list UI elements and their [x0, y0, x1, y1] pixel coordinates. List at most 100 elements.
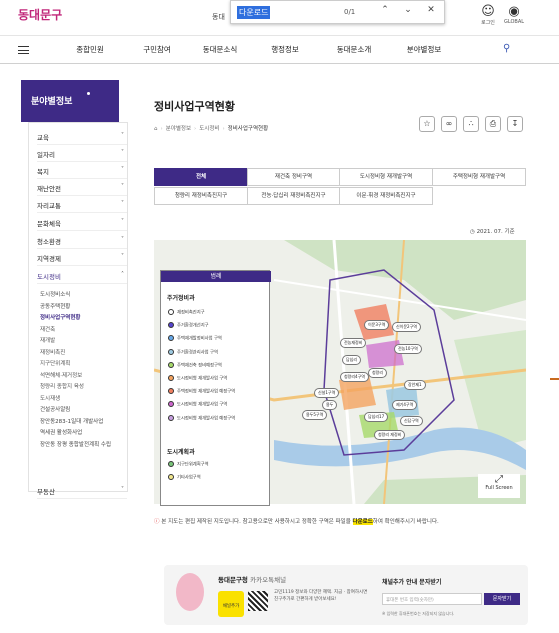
- sidebar-item[interactable]: 교육 ˅: [37, 132, 127, 145]
- chevron-down-icon[interactable]: ˅: [121, 183, 124, 190]
- phone-input[interactable]: 휴대폰 번호 입력(숫자만): [382, 593, 482, 605]
- sidebar-subitem[interactable]: 장안동 장평 종합발전계획 수립: [40, 440, 126, 448]
- tab-all[interactable]: 전체: [154, 168, 248, 186]
- sidebar-item[interactable]: 일자리 ˅: [37, 149, 127, 162]
- sidebar-subitem[interactable]: 건설공사알림: [40, 405, 126, 413]
- map-label[interactable]: 신설1구역: [314, 388, 340, 398]
- chevron-down-icon[interactable]: ˅: [121, 149, 124, 156]
- share-icon[interactable]: ∞: [441, 116, 457, 132]
- tab-jeonnong[interactable]: 전농·답십리 재정비촉진지구: [247, 187, 340, 205]
- map-label[interactable]: 청량리4구역: [340, 372, 369, 382]
- legend-label: 주택재건축 정비예정구역: [177, 363, 222, 369]
- legend-item: 주택재개발정비사업 구역: [168, 335, 222, 342]
- chevron-down-icon[interactable]: ˅: [121, 166, 124, 173]
- star-icon[interactable]: ☆: [419, 116, 435, 132]
- fullscreen-button[interactable]: ⤢ Full Screen: [478, 474, 520, 498]
- sidebar-subitem[interactable]: 도시정비소식: [40, 290, 126, 298]
- sidebar-item[interactable]: 자리교통 ˅: [37, 200, 127, 213]
- sidebar-item[interactable]: 부동산 ˅: [37, 486, 127, 499]
- tab-cheongnyangni[interactable]: 청량리 재정비촉진지구: [154, 187, 248, 205]
- map-label[interactable]: 신이문2구역: [392, 322, 421, 332]
- sidebar-title: 분야별정보: [21, 80, 119, 122]
- nav-item-3[interactable]: 행정정보: [253, 44, 317, 55]
- sidebar-item[interactable]: 재난안전 ˅: [37, 183, 127, 196]
- print-icon[interactable]: ⎙: [485, 116, 501, 132]
- find-prev-icon[interactable]: ⌃: [378, 5, 392, 15]
- sidebar-subitem[interactable]: 장안동283-1일대 개발사업: [40, 417, 126, 425]
- scroll-marker[interactable]: [550, 378, 559, 380]
- tab-rebuild[interactable]: 재건축 정비구역: [247, 168, 340, 186]
- sidebar-subitem[interactable]: 정비사업구역현황: [40, 313, 126, 321]
- map-label[interactable]: 용두: [322, 400, 338, 410]
- map-label[interactable]: 용두5구역: [302, 410, 328, 420]
- map-label[interactable]: 이문3구역: [364, 320, 390, 330]
- chevron-down-icon[interactable]: ˅: [121, 236, 124, 243]
- legend-swatch-icon: [168, 401, 174, 408]
- sidebar-subitem[interactable]: 재개발: [40, 336, 126, 344]
- legend-swatch-icon: [168, 348, 174, 355]
- chevron-down-icon[interactable]: ˅: [121, 218, 124, 225]
- login-button[interactable]: ☺ 로그인: [475, 5, 501, 27]
- legend-swatch-icon: [168, 474, 174, 481]
- find-close-icon[interactable]: ✕: [424, 5, 438, 15]
- map-label[interactable]: 전농10구역: [394, 344, 422, 354]
- sidebar-item[interactable]: 지역경제 ˅: [37, 253, 127, 266]
- sidebar-subitem[interactable]: 역세권 활성화사업: [40, 428, 126, 436]
- map-label[interactable]: 제기4구역: [392, 400, 418, 410]
- sidebar-subitem[interactable]: 재건축: [40, 325, 126, 333]
- sidebar-item[interactable]: 도시정비 ˄: [37, 271, 127, 284]
- link-icon[interactable]: ∴: [463, 116, 479, 132]
- nav-item-2[interactable]: 동대문소식: [188, 44, 252, 55]
- add-channel-button[interactable]: 채널추가: [218, 591, 244, 617]
- sidebar-subitem[interactable]: 석면해체·제거정보: [40, 371, 126, 379]
- find-next-icon[interactable]: ⌄: [401, 5, 415, 15]
- chevron-down-icon[interactable]: ˅: [121, 200, 124, 207]
- download-icon[interactable]: ↧: [507, 116, 523, 132]
- nav-item-5[interactable]: 분야별정보: [392, 44, 456, 55]
- sidebar-subitem[interactable]: 청량리 종합지 육성: [40, 382, 126, 390]
- legend-swatch-icon: [168, 375, 174, 381]
- chevron-up-icon[interactable]: ˄: [121, 271, 124, 278]
- breadcrumb: ⌂ › 분야별정보 › 도시정비 › 정비사업구역현황: [154, 126, 269, 132]
- title-dot: [87, 92, 90, 95]
- breadcrumb-item[interactable]: 정비사업구역현황: [228, 126, 268, 132]
- breadcrumb-item[interactable]: 도시정비: [199, 126, 219, 132]
- sidebar-subitem[interactable]: 지구단위계획: [40, 359, 126, 367]
- chevron-down-icon[interactable]: ˅: [121, 132, 124, 139]
- tab-urban-redev[interactable]: 도시정비형 재개발구역: [339, 168, 433, 186]
- legend-swatch-icon: [168, 388, 174, 395]
- menu-icon[interactable]: [18, 46, 29, 54]
- map-label[interactable]: 답십리17: [364, 412, 389, 422]
- sms-button[interactable]: 문자받기: [484, 593, 520, 605]
- legend-label: 주거환경개선지구: [177, 323, 209, 329]
- sms-title: 채널추가 안내 문자받기: [382, 579, 442, 586]
- chevron-down-icon[interactable]: ˅: [121, 253, 124, 260]
- tab-housing-redev[interactable]: 주택정비형 재개발구역: [432, 168, 526, 186]
- home-icon[interactable]: ⌂: [154, 126, 158, 132]
- nav-item-4[interactable]: 동대문소개: [322, 44, 386, 55]
- sidebar-subitem[interactable]: 공동주택현황: [40, 302, 126, 310]
- map-label[interactable]: 청량리 재정비: [374, 430, 406, 440]
- map-label[interactable]: 청량리: [368, 368, 388, 378]
- nav-item-0[interactable]: 종합민원: [58, 44, 122, 55]
- map-label[interactable]: 전농재정비: [340, 338, 367, 348]
- global-button[interactable]: ◉ GLOBAL: [501, 5, 527, 26]
- sidebar-subitem[interactable]: 재정비촉진: [40, 348, 126, 356]
- date-label: ◷ 2021. 07. 기준: [470, 229, 515, 235]
- sidebar-subitem[interactable]: 도시재생: [40, 394, 126, 402]
- legend-item: 주택재건축 정비예정구역: [168, 361, 222, 369]
- breadcrumb-item[interactable]: 분야별정보: [166, 126, 191, 132]
- map-label[interactable]: 장안제1: [404, 380, 426, 390]
- sidebar-item[interactable]: 청소환경 ˅: [37, 236, 127, 249]
- sidebar-item[interactable]: 문화체육 ˅: [37, 218, 127, 231]
- sidebar-item[interactable]: 복지 ˅: [37, 166, 127, 179]
- map-label[interactable]: 답십리: [342, 355, 362, 365]
- chevron-down-icon[interactable]: ˅: [121, 486, 124, 493]
- tab-imun[interactable]: 이문·휘경 재정비촉진지구: [339, 187, 433, 205]
- map-label[interactable]: 신답구역: [400, 416, 423, 426]
- nav-item-1[interactable]: 구민참여: [125, 44, 189, 55]
- find-query-input[interactable]: 다운로드: [237, 6, 271, 19]
- legend-label: 주택재개발정비사업 구역: [177, 336, 222, 342]
- site-logo[interactable]: 동대문구: [18, 6, 62, 23]
- search-icon[interactable]: ⚲: [503, 43, 510, 54]
